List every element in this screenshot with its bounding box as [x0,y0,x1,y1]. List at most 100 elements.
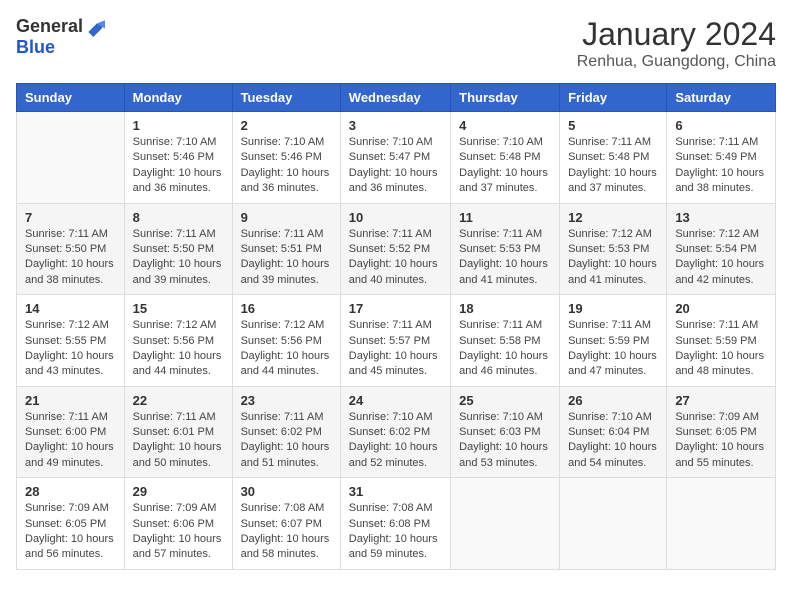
calendar-cell: 12 Sunrise: 7:12 AM Sunset: 5:53 PM Dayli… [560,203,667,295]
cell-info: Sunrise: 7:12 AM Sunset: 5:56 PM Dayligh… [133,318,224,380]
header-row: SundayMondayTuesdayWednesdayThursdayFrid… [17,84,776,112]
cell-info: Sunrise: 7:11 AM Sunset: 5:48 PM Dayligh… [568,135,658,197]
cell-date-number: 7 [25,210,116,225]
cell-info: Sunrise: 7:11 AM Sunset: 5:49 PM Dayligh… [675,135,767,197]
cell-info: Sunrise: 7:11 AM Sunset: 5:58 PM Dayligh… [459,318,551,380]
calendar-cell: 17 Sunrise: 7:11 AM Sunset: 5:57 PM Dayli… [340,295,450,387]
calendar-cell: 25 Sunrise: 7:10 AM Sunset: 6:03 PM Dayli… [451,386,560,478]
calendar-cell: 4 Sunrise: 7:10 AM Sunset: 5:48 PM Daylig… [451,112,560,204]
cell-info: Sunrise: 7:09 AM Sunset: 6:06 PM Dayligh… [133,501,224,563]
week-row: 7 Sunrise: 7:11 AM Sunset: 5:50 PM Daylig… [17,203,776,295]
calendar-cell: 31Sunrise: 7:08 AM Sunset: 6:08 PM Dayli… [340,478,450,570]
calendar-cell: 26 Sunrise: 7:10 AM Sunset: 6:04 PM Dayli… [560,386,667,478]
cell-date-number: 13 [675,210,767,225]
cell-date-number: 24 [349,393,442,408]
cell-info: Sunrise: 7:11 AM Sunset: 5:52 PM Dayligh… [349,227,442,289]
cell-date-number: 29 [133,484,224,499]
calendar-cell: 27 Sunrise: 7:09 AM Sunset: 6:05 PM Dayli… [667,386,776,478]
calendar-cell [451,478,560,570]
cell-date-number: 27 [675,393,767,408]
cell-date-number: 26 [568,393,658,408]
day-header-tuesday: Tuesday [232,84,340,112]
calendar-cell: 14 Sunrise: 7:12 AM Sunset: 5:55 PM Dayli… [17,295,125,387]
calendar-cell: 13 Sunrise: 7:12 AM Sunset: 5:54 PM Dayli… [667,203,776,295]
cell-info: Sunrise: 7:08 AM Sunset: 6:08 PM Dayligh… [349,501,442,563]
calendar-cell: 2 Sunrise: 7:10 AM Sunset: 5:46 PM Daylig… [232,112,340,204]
day-header-sunday: Sunday [17,84,125,112]
cell-date-number: 19 [568,301,658,316]
cell-info: Sunrise: 7:12 AM Sunset: 5:54 PM Dayligh… [675,227,767,289]
cell-info: Sunrise: 7:11 AM Sunset: 6:02 PM Dayligh… [241,410,332,472]
cell-date-number: 6 [675,118,767,133]
cell-info: Sunrise: 7:12 AM Sunset: 5:53 PM Dayligh… [568,227,658,289]
calendar-cell: 18Sunrise: 7:11 AM Sunset: 5:58 PM Dayli… [451,295,560,387]
week-row: 21Sunrise: 7:11 AM Sunset: 6:00 PM Dayli… [17,386,776,478]
cell-date-number: 20 [675,301,767,316]
calendar-cell: 7Sunrise: 7:11 AM Sunset: 5:50 PM Daylig… [17,203,125,295]
calendar-cell: 30 Sunrise: 7:08 AM Sunset: 6:07 PM Dayli… [232,478,340,570]
cell-date-number: 12 [568,210,658,225]
title-section: January 2024 Renhua, Guangdong, China [577,16,776,71]
page: General Blue January 2024 Renhua, Guangd… [0,0,792,612]
cell-info: Sunrise: 7:11 AM Sunset: 6:01 PM Dayligh… [133,410,224,472]
day-header-monday: Monday [124,84,232,112]
cell-date-number: 22 [133,393,224,408]
calendar-cell: 23Sunrise: 7:11 AM Sunset: 6:02 PM Dayli… [232,386,340,478]
cell-date-number: 25 [459,393,551,408]
calendar-cell: 28 Sunrise: 7:09 AM Sunset: 6:05 PM Dayli… [17,478,125,570]
calendar-cell [17,112,125,204]
cell-date-number: 30 [241,484,332,499]
cell-date-number: 17 [349,301,442,316]
cell-info: Sunrise: 7:11 AM Sunset: 5:59 PM Dayligh… [568,318,658,380]
cell-info: Sunrise: 7:11 AM Sunset: 5:57 PM Dayligh… [349,318,442,380]
calendar-cell: 5 Sunrise: 7:11 AM Sunset: 5:48 PM Daylig… [560,112,667,204]
day-header-wednesday: Wednesday [340,84,450,112]
cell-date-number: 28 [25,484,116,499]
logo-general-text: General [16,16,83,37]
cell-info: Sunrise: 7:10 AM Sunset: 5:47 PM Dayligh… [349,135,442,197]
calendar-cell: 20 Sunrise: 7:11 AM Sunset: 5:59 PM Dayli… [667,295,776,387]
cell-info: Sunrise: 7:10 AM Sunset: 5:46 PM Dayligh… [133,135,224,197]
calendar-cell [667,478,776,570]
cell-date-number: 3 [349,118,442,133]
calendar-table: SundayMondayTuesdayWednesdayThursdayFrid… [16,83,776,570]
day-header-friday: Friday [560,84,667,112]
cell-info: Sunrise: 7:10 AM Sunset: 5:46 PM Dayligh… [241,135,332,197]
cell-info: Sunrise: 7:10 AM Sunset: 6:02 PM Dayligh… [349,410,442,472]
logo-icon [85,17,105,37]
location: Renhua, Guangdong, China [577,53,776,71]
cell-info: Sunrise: 7:08 AM Sunset: 6:07 PM Dayligh… [241,501,332,563]
cell-date-number: 4 [459,118,551,133]
calendar-cell: 6 Sunrise: 7:11 AM Sunset: 5:49 PM Daylig… [667,112,776,204]
cell-date-number: 2 [241,118,332,133]
cell-date-number: 16 [241,301,332,316]
cell-info: Sunrise: 7:09 AM Sunset: 6:05 PM Dayligh… [25,501,116,563]
cell-info: Sunrise: 7:11 AM Sunset: 5:53 PM Dayligh… [459,227,551,289]
cell-info: Sunrise: 7:11 AM Sunset: 5:51 PM Dayligh… [241,227,332,289]
week-row: 14 Sunrise: 7:12 AM Sunset: 5:55 PM Dayli… [17,295,776,387]
calendar-cell: 3 Sunrise: 7:10 AM Sunset: 5:47 PM Daylig… [340,112,450,204]
calendar-cell: 21Sunrise: 7:11 AM Sunset: 6:00 PM Dayli… [17,386,125,478]
calendar-cell: 11 Sunrise: 7:11 AM Sunset: 5:53 PM Dayli… [451,203,560,295]
cell-date-number: 11 [459,210,551,225]
week-row: 1 Sunrise: 7:10 AM Sunset: 5:46 PM Daylig… [17,112,776,204]
calendar-cell: 1 Sunrise: 7:10 AM Sunset: 5:46 PM Daylig… [124,112,232,204]
cell-info: Sunrise: 7:10 AM Sunset: 5:48 PM Dayligh… [459,135,551,197]
cell-info: Sunrise: 7:11 AM Sunset: 5:59 PM Dayligh… [675,318,767,380]
calendar-cell: 22 Sunrise: 7:11 AM Sunset: 6:01 PM Dayli… [124,386,232,478]
cell-info: Sunrise: 7:11 AM Sunset: 5:50 PM Dayligh… [133,227,224,289]
day-header-thursday: Thursday [451,84,560,112]
cell-info: Sunrise: 7:10 AM Sunset: 6:03 PM Dayligh… [459,410,551,472]
cell-date-number: 5 [568,118,658,133]
cell-info: Sunrise: 7:09 AM Sunset: 6:05 PM Dayligh… [675,410,767,472]
cell-date-number: 1 [133,118,224,133]
cell-date-number: 14 [25,301,116,316]
cell-date-number: 8 [133,210,224,225]
logo-blue-text: Blue [16,37,55,58]
cell-info: Sunrise: 7:12 AM Sunset: 5:55 PM Dayligh… [25,318,116,380]
cell-info: Sunrise: 7:12 AM Sunset: 5:56 PM Dayligh… [241,318,332,380]
cell-info: Sunrise: 7:11 AM Sunset: 6:00 PM Dayligh… [25,410,116,472]
calendar-cell [560,478,667,570]
cell-info: Sunrise: 7:10 AM Sunset: 6:04 PM Dayligh… [568,410,658,472]
calendar-cell: 8 Sunrise: 7:11 AM Sunset: 5:50 PM Daylig… [124,203,232,295]
